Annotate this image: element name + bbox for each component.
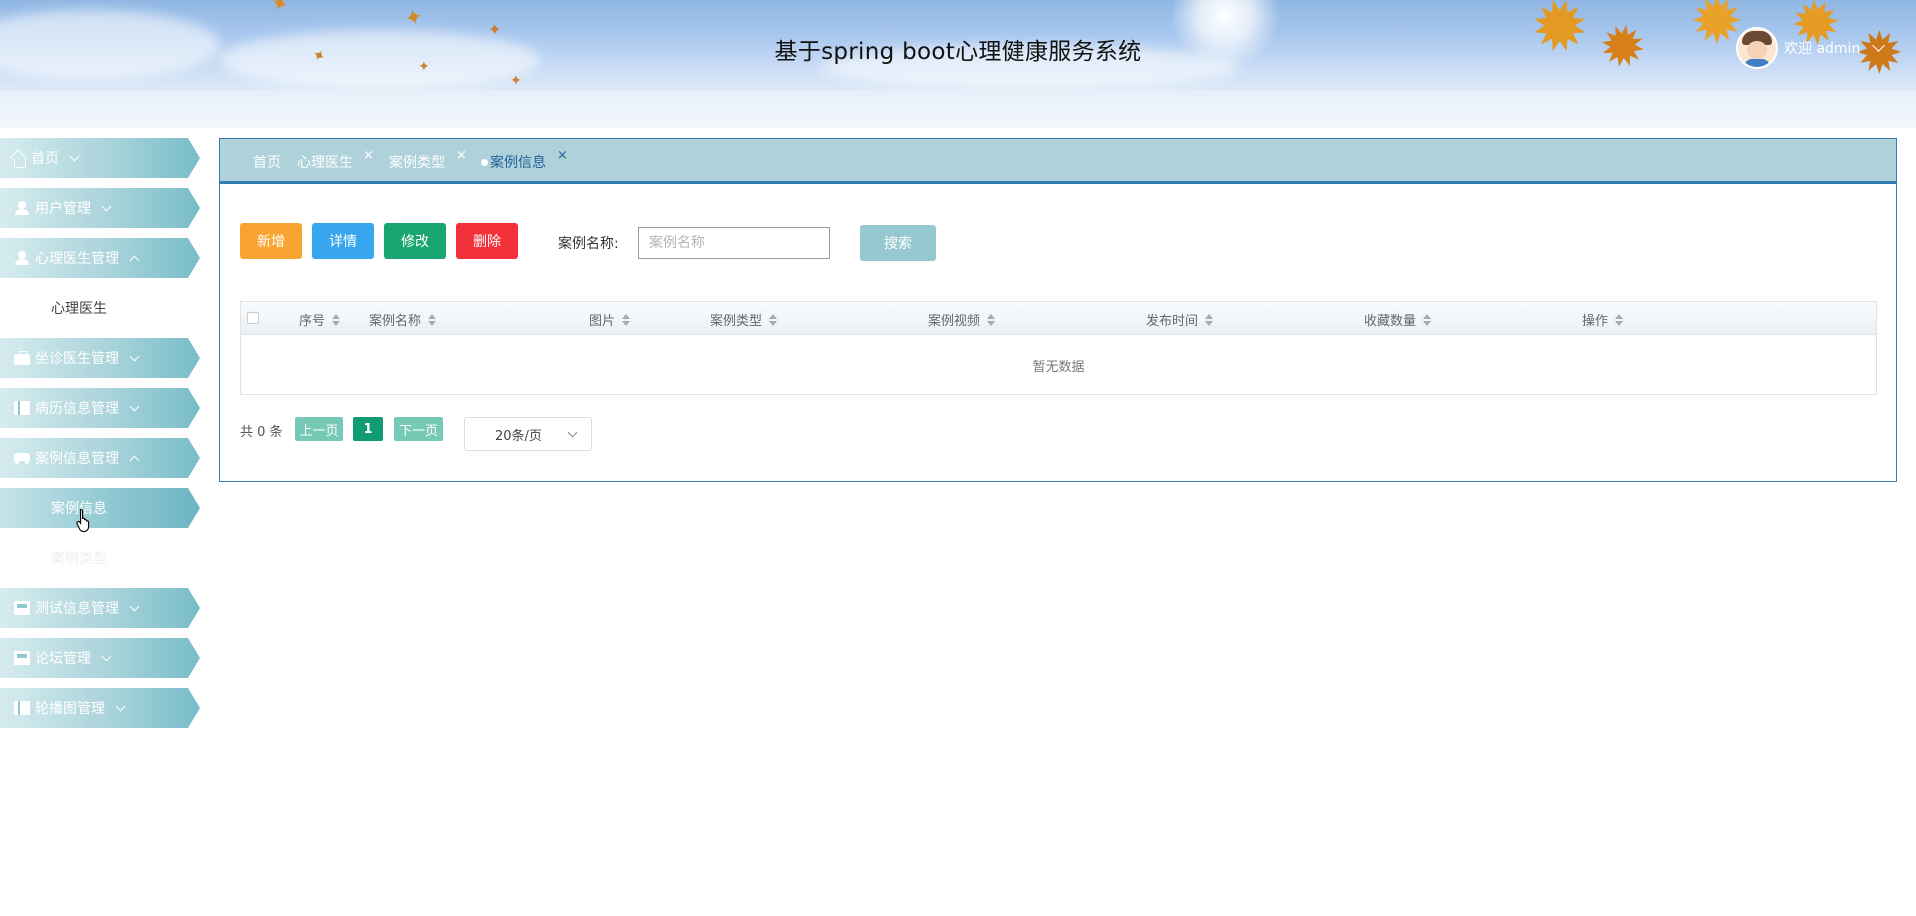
sidebar-item-label: 坐诊医生管理	[35, 351, 119, 367]
header-banner: ✦ ✦ ✦ ✦ ✦ ✦ ✹ ✹ ✹ ✹ ✹ 基于spring boot心理健康服…	[0, 0, 1916, 90]
sort-icon	[622, 313, 631, 326]
sort-icon	[1423, 313, 1432, 326]
sidebar-subitem-psychologist[interactable]: 心理医生	[0, 288, 200, 328]
add-button[interactable]: 新增	[240, 223, 302, 259]
home-icon	[14, 158, 26, 168]
hand-cursor-icon	[76, 508, 90, 532]
car-icon	[14, 451, 30, 465]
close-icon[interactable]: ×	[456, 148, 467, 163]
chevron-down-icon	[101, 201, 112, 211]
sidebar-item-test-management[interactable]: 测试信息管理	[0, 588, 200, 628]
empty-state-text: 暂无数据	[1032, 360, 1085, 375]
page-size-value: 20条/页	[495, 428, 542, 444]
sidebar-item-label: 论坛管理	[35, 651, 91, 667]
sidebar-item-user-management[interactable]: 用户管理	[0, 188, 200, 228]
chevron-down-icon	[101, 651, 112, 661]
sidebar-item-label: 用户管理	[35, 201, 91, 217]
user-menu[interactable]: 欢迎 admin	[1736, 27, 1886, 69]
select-all-checkbox[interactable]	[247, 312, 259, 324]
chevron-down-icon	[129, 351, 140, 361]
welcome-text: 欢迎 admin	[1784, 41, 1861, 57]
data-table: 序号 案例名称 图片 案例类型 案例视频 发布时间 收藏数量 操作 暂无数据	[240, 301, 1877, 395]
tab-home[interactable]: 首页	[253, 152, 281, 172]
search-input[interactable]	[638, 227, 830, 259]
tab-case-info[interactable]: 案例信息	[481, 152, 546, 172]
delete-button[interactable]: 删除	[456, 223, 518, 259]
briefcase-icon	[14, 351, 30, 365]
header-band	[0, 90, 1916, 128]
chevron-down-icon	[1872, 38, 1886, 52]
column-header[interactable]: 案例视频	[928, 310, 996, 329]
main-panel: 首页 心理医生 × 案例类型 × 案例信息 × 新增 详情 修改 删除 案例名称…	[219, 138, 1897, 482]
edit-button[interactable]: 修改	[384, 223, 446, 259]
chevron-down-icon	[115, 701, 126, 711]
chevron-down-icon	[567, 427, 578, 438]
search-label: 案例名称:	[558, 236, 619, 252]
sidebar-item-label: 案例信息管理	[35, 451, 119, 467]
tab-label: 案例信息	[490, 155, 546, 171]
next-page-button[interactable]: 下一页	[394, 417, 443, 441]
store-icon	[14, 651, 30, 665]
tab-case-type[interactable]: 案例类型	[389, 152, 445, 172]
sidebar-item-label: 测试信息管理	[35, 601, 119, 617]
sidebar-subitem-label: 案例类型	[51, 551, 107, 567]
sidebar-item-label: 轮播图管理	[35, 701, 105, 717]
leaf-icon: ✦	[510, 73, 522, 89]
sidebar-subitem-case-type[interactable]: 案例类型	[0, 538, 200, 578]
leaf-icon: ✦	[401, 4, 427, 33]
sidebar-item-forum-management[interactable]: 论坛管理	[0, 638, 200, 678]
close-icon[interactable]: ×	[557, 148, 568, 163]
page-number-button[interactable]: 1	[353, 417, 383, 441]
table-header: 序号 案例名称 图片 案例类型 案例视频 发布时间 收藏数量 操作	[241, 302, 1876, 335]
sidebar-subitem-case-info[interactable]: 案例信息	[0, 488, 200, 528]
column-header[interactable]: 图片	[589, 310, 631, 329]
sidebar-item-home[interactable]: 首页	[0, 138, 200, 178]
leaf-icon: ✦	[266, 0, 293, 20]
store-icon	[14, 601, 30, 615]
sort-icon	[987, 313, 996, 326]
app-title: 基于spring boot心理健康服务系统	[774, 39, 1142, 65]
chevron-down-icon	[69, 151, 80, 161]
sidebar-item-psychologist-management[interactable]: 心理医生管理	[0, 238, 200, 278]
sidebar-subitem-label: 心理医生	[51, 301, 107, 317]
chevron-down-icon	[129, 601, 140, 611]
chevron-up-icon	[129, 455, 140, 465]
column-header[interactable]: 案例名称	[369, 310, 437, 329]
sidebar-item-medical-record-management[interactable]: 病历信息管理	[0, 388, 200, 428]
close-icon[interactable]: ×	[363, 148, 374, 163]
sort-icon	[1205, 313, 1214, 326]
column-header[interactable]: 发布时间	[1146, 310, 1214, 329]
search-button[interactable]: 搜索	[860, 225, 936, 261]
avatar	[1736, 27, 1778, 69]
book-icon	[14, 701, 30, 715]
sort-icon	[332, 313, 341, 326]
sidebar-item-label: 心理医生管理	[35, 251, 119, 267]
sidebar-item-case-management[interactable]: 案例信息管理	[0, 438, 200, 478]
sort-icon	[769, 313, 778, 326]
chevron-down-icon	[129, 401, 140, 411]
user-icon	[14, 201, 30, 215]
active-dot-icon	[481, 159, 488, 166]
sidebar-item-clinic-doctor-management[interactable]: 坐诊医生管理	[0, 338, 200, 378]
sort-icon	[428, 313, 437, 326]
column-header[interactable]: 操作	[1582, 310, 1624, 329]
sidebar-item-label: 首页	[31, 151, 59, 167]
tab-psychologist[interactable]: 心理医生	[297, 152, 353, 172]
page-size-select[interactable]: 20条/页	[464, 417, 592, 451]
tab-bar: 首页 心理医生 × 案例类型 × 案例信息 ×	[220, 139, 1896, 184]
detail-button[interactable]: 详情	[312, 223, 374, 259]
sidebar-item-label: 病历信息管理	[35, 401, 119, 417]
total-count: 共 0 条	[240, 425, 283, 440]
sort-icon	[1615, 313, 1624, 326]
user-icon	[14, 251, 30, 265]
prev-page-button[interactable]: 上一页	[295, 417, 343, 441]
sidebar-item-carousel-management[interactable]: 轮播图管理	[0, 688, 200, 728]
column-header[interactable]: 案例类型	[710, 310, 778, 329]
column-header[interactable]: 收藏数量	[1364, 310, 1432, 329]
book-icon	[14, 401, 30, 415]
column-header[interactable]: 序号	[299, 310, 341, 329]
chevron-up-icon	[129, 255, 140, 265]
